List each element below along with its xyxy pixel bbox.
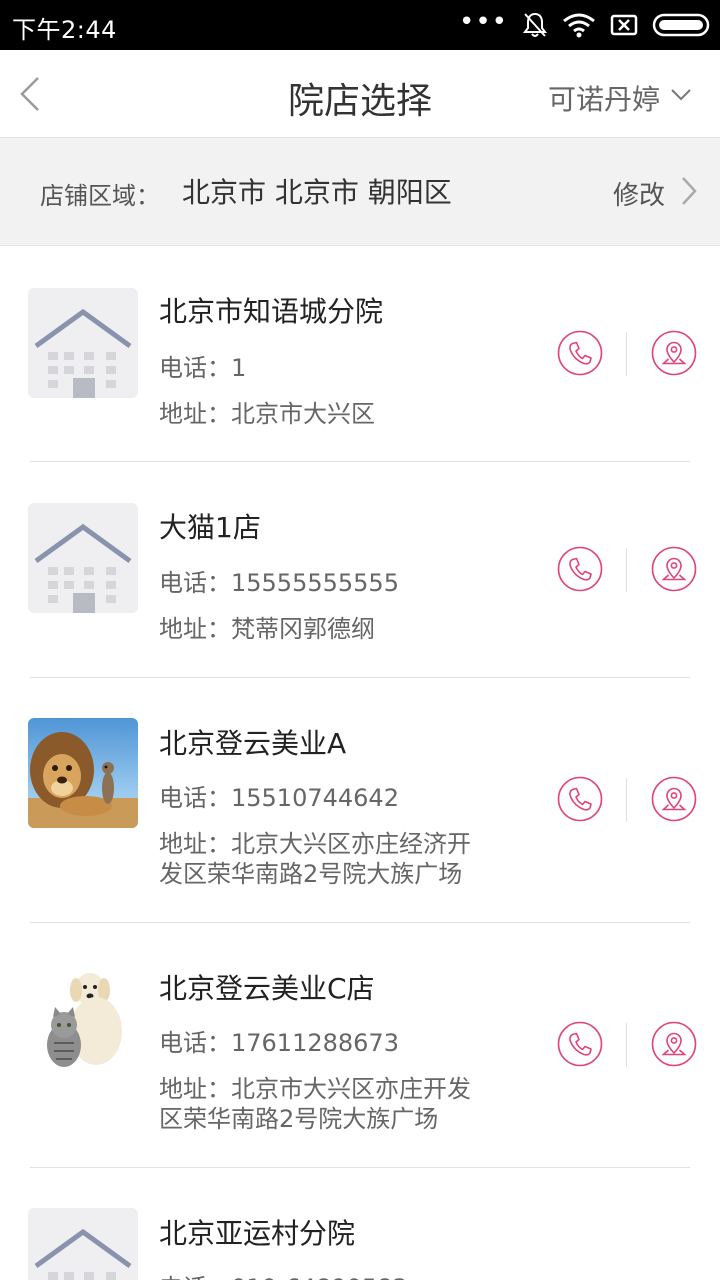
store-region-bar[interactable]: 店铺区域： 北京市 北京市 朝阳区 修改 xyxy=(0,138,720,246)
store-address: 地址：梵蒂冈郭德纲 xyxy=(159,615,375,643)
store-name: 北京亚运村分院 xyxy=(159,1217,356,1250)
lion-cartoon-photo xyxy=(28,718,138,828)
action-separator xyxy=(626,548,627,592)
store-item[interactable]: 北京登云美业C店 电话：17611288673 地址：北京市大兴区亦庄开发 区荣… xyxy=(0,923,720,1168)
store-address: 地址：北京市大兴区 xyxy=(159,400,375,428)
nav-bar: 院店选择 可诺丹婷 xyxy=(0,50,720,138)
store-phone: 电话：1 xyxy=(159,354,247,382)
location-pin-icon[interactable] xyxy=(651,776,697,822)
store-address-continued: 区荣华南路2号院大族广场 xyxy=(159,1105,439,1133)
store-address: 地址：北京市大兴区亦庄开发 xyxy=(159,1075,471,1103)
region-value: 北京市 北京市 朝阳区 xyxy=(182,176,452,209)
store-item[interactable]: 北京登云美业A 电话：15510744642 地址：北京大兴区亦庄经济开 发区荣… xyxy=(0,678,720,923)
status-icons: ••• xyxy=(458,7,710,40)
phone-call-icon[interactable] xyxy=(557,330,603,376)
store-item[interactable]: 北京市知语城分院 电话：1 地址：北京市大兴区 xyxy=(0,246,720,462)
action-separator xyxy=(626,778,627,822)
phone-call-icon[interactable] xyxy=(557,776,603,822)
status-time: 下午2:44 xyxy=(12,16,117,44)
modify-region-button[interactable]: 修改 xyxy=(613,175,665,212)
store-name: 北京登云美业A xyxy=(159,727,347,760)
more-dots-icon: ••• xyxy=(458,7,508,37)
chevron-down-icon[interactable] xyxy=(670,84,692,106)
building-placeholder-icon xyxy=(28,503,138,613)
building-placeholder-icon xyxy=(28,288,138,398)
store-name: 北京市知语城分院 xyxy=(159,295,384,328)
chevron-right-icon[interactable] xyxy=(680,176,698,206)
action-separator xyxy=(626,1023,627,1067)
dog-and-cat-photo xyxy=(28,963,138,1073)
user-name-selector[interactable]: 可诺丹婷 xyxy=(548,78,660,118)
store-phone: 电话：15555555555 xyxy=(159,569,399,597)
store-phone: 电话：17611288673 xyxy=(159,1029,399,1057)
phone-call-icon[interactable] xyxy=(557,546,603,592)
wifi-icon xyxy=(563,13,595,38)
store-item[interactable]: 北京亚运村分院 电话：010-64890583 xyxy=(0,1168,720,1280)
location-pin-icon[interactable] xyxy=(651,546,697,592)
bell-muted-icon xyxy=(523,12,547,37)
store-address: 地址：北京大兴区亦庄经济开 xyxy=(159,830,471,858)
store-item[interactable]: 大猫1店 电话：15555555555 地址：梵蒂冈郭德纲 xyxy=(0,462,720,678)
location-pin-icon[interactable] xyxy=(651,330,697,376)
battery-icon xyxy=(652,13,710,37)
action-separator xyxy=(626,332,627,376)
store-name: 大猫1店 xyxy=(159,511,261,544)
status-bar: 下午2:44 ••• xyxy=(0,0,720,50)
sim-off-icon xyxy=(610,14,638,36)
store-phone: 电话：15510744642 xyxy=(159,784,399,812)
store-address-continued: 发区荣华南路2号院大族广场 xyxy=(159,860,463,888)
region-label: 店铺区域： xyxy=(40,182,160,210)
store-name: 北京登云美业C店 xyxy=(159,972,375,1005)
building-placeholder-icon xyxy=(28,1208,138,1280)
phone-call-icon[interactable] xyxy=(557,1021,603,1067)
location-pin-icon[interactable] xyxy=(651,1021,697,1067)
store-phone: 电话：010-64890583 xyxy=(159,1272,408,1280)
